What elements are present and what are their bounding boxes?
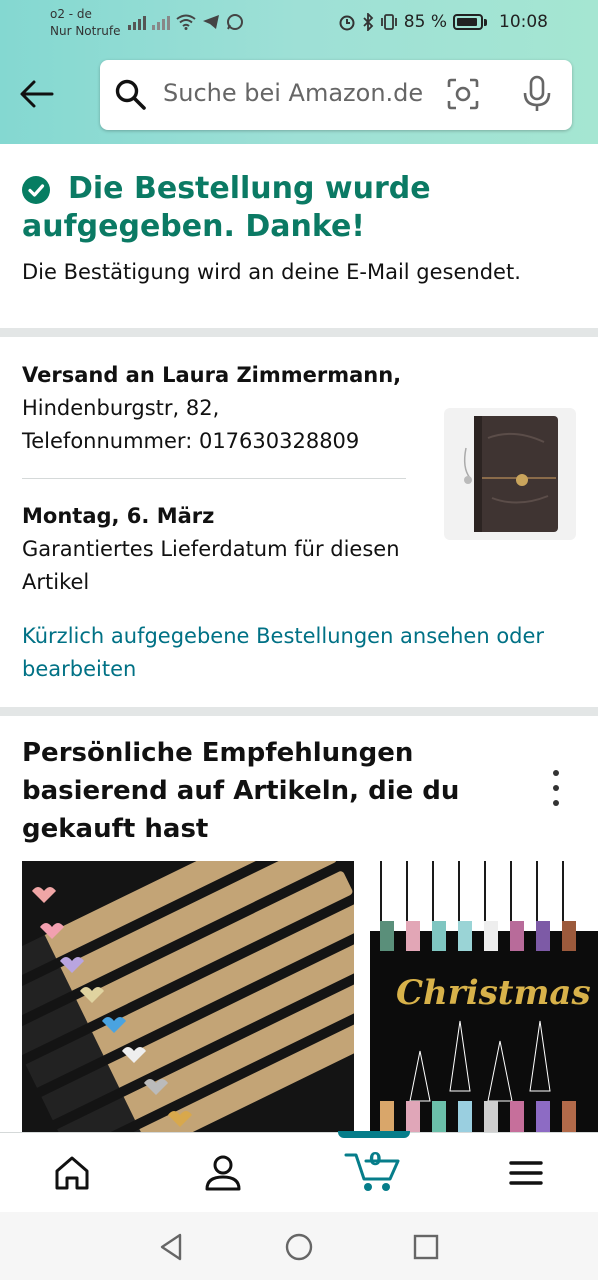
signal-off-icon bbox=[152, 14, 170, 30]
whatsapp-icon bbox=[227, 14, 243, 30]
recent-orders-link[interactable]: Kürzlich aufgegebene Bestellungen ansehe… bbox=[22, 620, 562, 686]
recommendation-card[interactable] bbox=[22, 861, 354, 1132]
bluetooth-icon bbox=[363, 13, 374, 31]
details-separator bbox=[22, 478, 406, 479]
more-options-icon[interactable] bbox=[548, 770, 564, 806]
home-icon[interactable] bbox=[52, 1153, 92, 1193]
back-triangle-icon[interactable] bbox=[156, 1232, 186, 1262]
recommendations-title: Persönliche Empfehlungen basierend auf A… bbox=[22, 738, 460, 844]
menu-icon[interactable] bbox=[506, 1153, 546, 1193]
battery-tip bbox=[484, 18, 487, 26]
microphone-icon[interactable] bbox=[522, 75, 552, 113]
recommendations-section: Persönliche Empfehlungen basierend auf A… bbox=[0, 716, 598, 1132]
search-icon bbox=[115, 79, 146, 110]
metallic-pens-image bbox=[22, 861, 354, 1132]
cart-count-badge: 0 bbox=[369, 1149, 382, 1170]
delivery-guarantee: Garantiertes Lieferdatum für diesen Arti… bbox=[22, 537, 400, 594]
bottom-navigation: 0 bbox=[0, 1131, 598, 1212]
christmas-label: Christmas bbox=[396, 973, 591, 1013]
wifi-icon bbox=[176, 14, 196, 30]
home-circle-icon[interactable] bbox=[284, 1232, 314, 1262]
search-input[interactable]: Suche bei Amazon.de bbox=[163, 79, 423, 107]
section-divider bbox=[0, 328, 598, 337]
carrier-info: o2 - de Nur Notrufe bbox=[50, 6, 121, 40]
camera-scan-icon[interactable] bbox=[446, 77, 480, 111]
recents-square-icon[interactable] bbox=[411, 1232, 441, 1262]
search-bar[interactable]: Suche bei Amazon.de bbox=[100, 60, 572, 130]
status-icons-left bbox=[128, 12, 244, 32]
shipping-phone: Telefonnummer: 017630328809 bbox=[22, 429, 360, 453]
shipping-recipient: Versand an Laura Zimmermann, bbox=[22, 363, 402, 387]
recommendation-card[interactable]: Christmas bbox=[370, 861, 598, 1132]
order-confirmation: Die Bestellung wurde aufgegeben. Danke! … bbox=[0, 144, 598, 328]
shipping-address: Hindenburgstr, 82, bbox=[22, 396, 220, 420]
vibrate-icon bbox=[380, 14, 397, 30]
checkmark-icon bbox=[22, 176, 50, 204]
delivery-date: Montag, 6. März bbox=[22, 504, 215, 528]
confirmation-title: Die Bestellung wurde aufgegeben. Danke! bbox=[22, 171, 431, 244]
confirmation-subtitle: Die Bestätigung wird an deine E-Mail ges… bbox=[22, 260, 521, 284]
active-tab-indicator bbox=[338, 1131, 410, 1138]
shipping-details: Versand an Laura Zimmermann, Hindenburgs… bbox=[0, 337, 598, 707]
carrier-status: Nur Notrufe bbox=[50, 24, 121, 38]
alarm-icon bbox=[339, 15, 355, 31]
account-icon[interactable] bbox=[203, 1153, 243, 1193]
carrier-name: o2 - de bbox=[50, 7, 92, 21]
signal-icon bbox=[128, 14, 146, 30]
section-divider bbox=[0, 707, 598, 716]
clock: 10:08 bbox=[499, 12, 548, 32]
cart-button[interactable]: 0 bbox=[344, 1149, 404, 1191]
status-icons-right: 85 % 10:08 bbox=[338, 10, 548, 34]
app-header: o2 - de Nur Notrufe 85 % 10:08 Suche bei… bbox=[0, 0, 598, 144]
product-thumbnail[interactable] bbox=[444, 408, 576, 540]
system-navigation-bar bbox=[0, 1212, 598, 1280]
battery-icon bbox=[453, 14, 483, 30]
back-arrow-icon[interactable] bbox=[18, 78, 56, 110]
battery-percent: 85 % bbox=[403, 12, 447, 32]
telegram-icon bbox=[203, 15, 219, 29]
